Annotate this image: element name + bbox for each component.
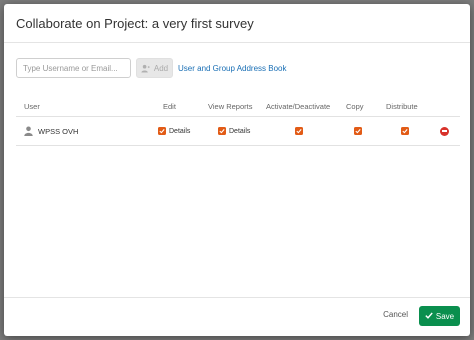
dialog-header: Collaborate on Project: a very first sur… [4, 4, 470, 43]
checkmark-icon [425, 312, 433, 321]
column-header-copy: Copy [346, 102, 364, 111]
distribute-checkbox[interactable] [401, 127, 409, 135]
add-collaborator-row: Add User and Group Address Book [16, 58, 287, 78]
column-header-view-reports: View Reports [208, 102, 253, 111]
address-book-link[interactable]: User and Group Address Book [178, 64, 287, 73]
dialog-footer: Cancel Save [4, 297, 470, 336]
checkmark-icon [402, 129, 408, 134]
column-header-distribute: Distribute [386, 102, 418, 111]
checkmark-icon [296, 129, 302, 134]
column-header-activate-deactivate: Activate/Deactivate [266, 102, 331, 111]
table-header: User Edit View Reports Activate/Deactiva… [16, 96, 460, 117]
column-header-user: User [24, 102, 40, 111]
save-button-label: Save [435, 311, 455, 321]
collaborate-dialog: Collaborate on Project: a very first sur… [4, 4, 470, 336]
add-button-label: Add [153, 63, 169, 73]
dialog-title: Collaborate on Project: a very first sur… [16, 15, 254, 31]
checkmark-icon [355, 129, 361, 134]
edit-details-link[interactable]: Details [169, 128, 190, 135]
view-reports-cell: Details [218, 117, 250, 145]
remove-circle-icon[interactable] [440, 126, 449, 136]
person-icon [24, 126, 33, 136]
table-row: WPSS OVH Details Details [16, 117, 460, 146]
column-header-edit: Edit [163, 102, 176, 111]
save-button[interactable]: Save [419, 306, 460, 326]
view-reports-details-link[interactable]: Details [229, 128, 250, 135]
copy-checkbox[interactable] [354, 127, 362, 135]
copy-cell [354, 117, 362, 145]
edit-checkbox[interactable] [158, 127, 166, 135]
edit-cell: Details [158, 117, 190, 145]
username-email-input[interactable] [16, 58, 131, 78]
user-cell: WPSS OVH [24, 117, 78, 145]
cancel-button[interactable]: Cancel [383, 310, 408, 319]
add-button[interactable]: Add [136, 58, 173, 78]
user-name: WPSS OVH [38, 126, 79, 136]
person-add-icon [141, 64, 150, 73]
view-reports-checkbox[interactable] [218, 127, 226, 135]
activate-deactivate-cell [295, 117, 303, 145]
permissions-table: User Edit View Reports Activate/Deactiva… [16, 96, 460, 146]
distribute-cell [401, 117, 409, 145]
remove-cell [440, 117, 449, 145]
checkmark-icon [159, 129, 165, 134]
activate-deactivate-checkbox[interactable] [295, 127, 303, 135]
checkmark-icon [219, 129, 225, 134]
